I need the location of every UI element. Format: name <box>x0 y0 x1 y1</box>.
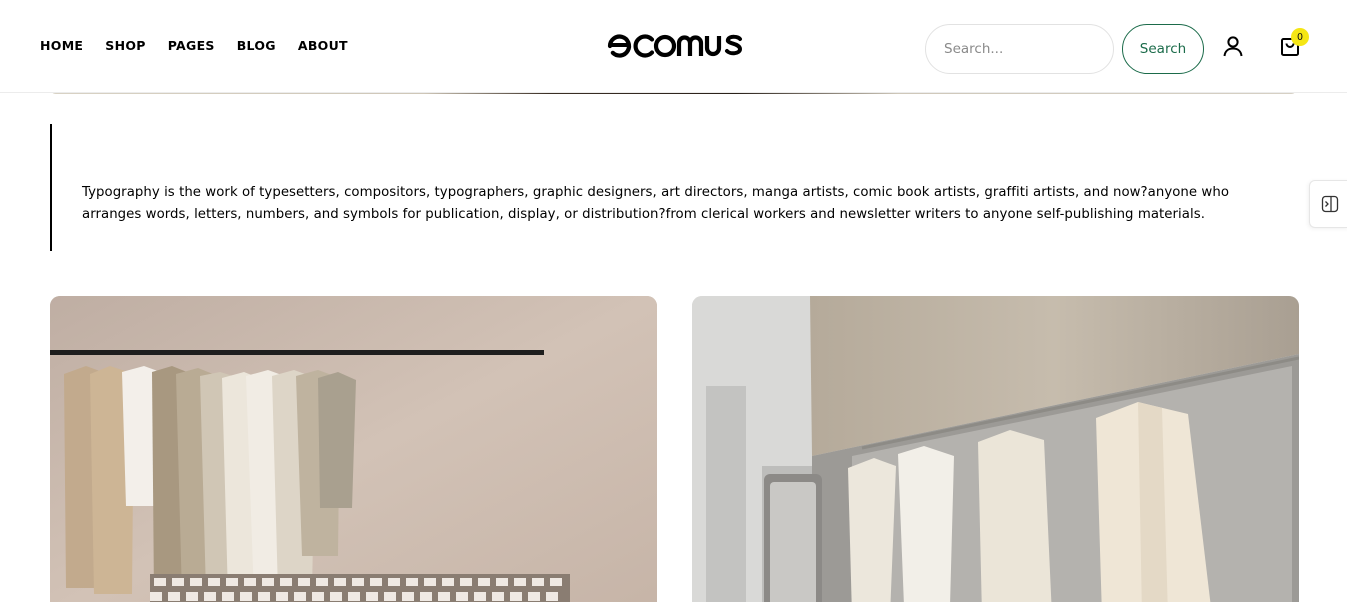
main-nav: HOME SHOP PAGES BLOG ABOUT <box>40 0 348 90</box>
quote-text: Typography is the work of typesetters, c… <box>82 185 1230 222</box>
clothing-rack-photo <box>50 296 657 602</box>
nav-pages[interactable]: PAGES <box>168 38 215 53</box>
user-icon <box>1223 36 1243 57</box>
site-header: HOME SHOP PAGES BLOG ABOUT Search... Sea… <box>0 0 1347 92</box>
boutique-interior-photo <box>692 296 1299 602</box>
cart-count-badge: 0 <box>1291 28 1309 46</box>
nav-blog[interactable]: BLOG <box>237 38 276 53</box>
logo[interactable] <box>606 25 744 65</box>
nav-shop[interactable]: SHOP <box>105 38 145 53</box>
blockquote: Typography is the work of typesetters, c… <box>50 124 1260 251</box>
sidebar-toggle-icon <box>1321 195 1338 213</box>
nav-about[interactable]: ABOUT <box>298 38 348 53</box>
account-button[interactable] <box>1218 32 1248 60</box>
search-button[interactable]: Search <box>1122 24 1204 74</box>
nav-home[interactable]: HOME <box>40 38 83 53</box>
sidebar-toggle-button[interactable] <box>1309 180 1347 228</box>
search-input[interactable] <box>925 24 1114 74</box>
ecomus-logo <box>607 34 743 58</box>
